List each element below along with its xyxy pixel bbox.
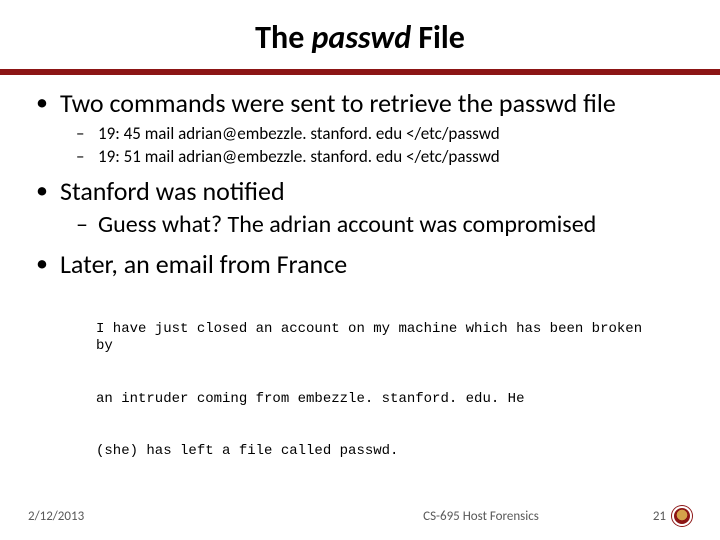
bullet-dot-icon: •	[36, 250, 60, 278]
footer-page-number: 21	[653, 509, 666, 524]
bullet-text: 19: 45 mail adrian@embezzle. stanford. e…	[98, 123, 684, 144]
code-line: (she) has left a file called passwd.	[96, 443, 664, 461]
bullet-dot-icon: •	[36, 89, 60, 117]
title-italic: passwd	[312, 18, 412, 57]
bullet-dash-icon: –	[76, 123, 98, 144]
bullet-level1: • Two commands were sent to retrieve the…	[36, 89, 684, 119]
code-line: I have just closed an account on my mach…	[96, 321, 664, 356]
title-post: File	[411, 18, 465, 57]
slide-content: • Two commands were sent to retrieve the…	[0, 75, 720, 496]
bullet-dash-icon: –	[76, 146, 98, 167]
title-pre: The	[255, 18, 311, 57]
bullet-dot-icon: •	[36, 177, 60, 205]
code-line: an intruder coming from embezzle. stanfo…	[96, 391, 664, 409]
bullet-level1: • Stanford was notified	[36, 177, 684, 207]
footer-course: CS-695 Host Forensics	[330, 509, 632, 524]
bullet-text: Later, an email from France	[60, 250, 684, 280]
bullet-level2: – 19: 45 mail adrian@embezzle. stanford.…	[36, 123, 684, 144]
bullet-text: Two commands were sent to retrieve the p…	[60, 89, 684, 119]
stanford-seal-icon	[672, 506, 692, 526]
bullet-text: Guess what? The adrian account was compr…	[98, 211, 684, 240]
bullet-text: 19: 51 mail adrian@embezzle. stanford. e…	[98, 146, 684, 167]
footer-date: 2/12/2013	[28, 509, 330, 524]
slide-title: The passwd File	[0, 0, 720, 69]
code-block: I have just closed an account on my mach…	[36, 286, 684, 496]
bullet-dash-icon: –	[76, 211, 98, 240]
bullet-level2: – 19: 51 mail adrian@embezzle. stanford.…	[36, 146, 684, 167]
slide-footer: 2/12/2013 CS-695 Host Forensics 21	[0, 506, 720, 526]
bullet-text: Stanford was notified	[60, 177, 684, 207]
bullet-level1: • Later, an email from France	[36, 250, 684, 280]
bullet-level2: – Guess what? The adrian account was com…	[36, 211, 684, 240]
